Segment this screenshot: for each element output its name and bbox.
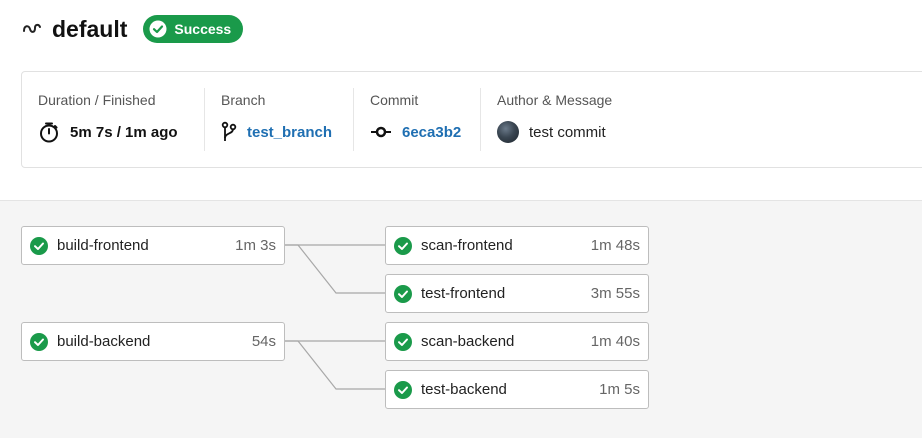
job-test-backend[interactable]: test-backend 1m 5s xyxy=(385,370,649,409)
author-label: Author & Message xyxy=(497,92,613,108)
status-badge: Success xyxy=(143,15,244,43)
stopwatch-icon xyxy=(38,121,60,143)
duration-label: Duration / Finished xyxy=(38,92,156,108)
check-circle-icon xyxy=(30,332,48,351)
job-duration: 1m 5s xyxy=(599,381,640,398)
duration-section: Duration / Finished 5m 7s / 1m ago xyxy=(22,88,205,151)
commit-message: test commit xyxy=(529,123,606,141)
job-duration: 1m 40s xyxy=(590,333,640,350)
job-name: build-frontend xyxy=(57,237,149,254)
page-title: default xyxy=(52,15,128,42)
avatar xyxy=(497,121,519,143)
check-circle-icon xyxy=(394,332,412,351)
workflow-header: default Success xyxy=(22,14,244,44)
job-test-frontend[interactable]: test-frontend 3m 55s xyxy=(385,274,649,313)
check-circle-icon xyxy=(394,284,412,303)
job-build-frontend[interactable]: build-frontend 1m 3s xyxy=(21,226,285,265)
commit-link[interactable]: 6eca3b2 xyxy=(402,124,461,141)
job-name: scan-frontend xyxy=(421,237,513,254)
check-circle-icon xyxy=(30,236,48,255)
job-duration: 3m 55s xyxy=(590,285,640,302)
job-name: build-backend xyxy=(57,333,151,350)
git-commit-icon xyxy=(370,121,392,143)
job-build-backend[interactable]: build-backend 54s xyxy=(21,322,285,361)
job-name: scan-backend xyxy=(421,333,515,350)
status-label: Success xyxy=(174,21,232,37)
duration-value: 5m 7s / 1m ago xyxy=(70,123,178,141)
branch-section: Branch test_branch xyxy=(205,88,354,151)
git-branch-icon xyxy=(221,121,237,143)
commit-label: Commit xyxy=(370,92,419,108)
check-circle-icon xyxy=(394,380,412,399)
branch-link[interactable]: test_branch xyxy=(247,124,332,141)
job-duration: 1m 48s xyxy=(590,237,640,254)
check-circle-icon xyxy=(394,236,412,255)
job-scan-backend[interactable]: scan-backend 1m 40s xyxy=(385,322,649,361)
workflow-icon xyxy=(22,19,42,39)
commit-section: Commit 6eca3b2 xyxy=(354,88,481,151)
job-duration: 54s xyxy=(251,333,276,350)
author-section: Author & Message test commit xyxy=(481,88,701,151)
check-circle-icon xyxy=(149,20,167,38)
job-graph: build-frontend 1m 3s scan-frontend 1m 48… xyxy=(0,200,922,438)
job-name: test-frontend xyxy=(421,285,506,302)
workflow-info-card: Duration / Finished 5m 7s / 1m ago Branc… xyxy=(21,71,922,168)
job-duration: 1m 3s xyxy=(235,237,276,254)
job-scan-frontend[interactable]: scan-frontend 1m 48s xyxy=(385,226,649,265)
job-name: test-backend xyxy=(421,381,507,398)
branch-label: Branch xyxy=(221,92,266,108)
